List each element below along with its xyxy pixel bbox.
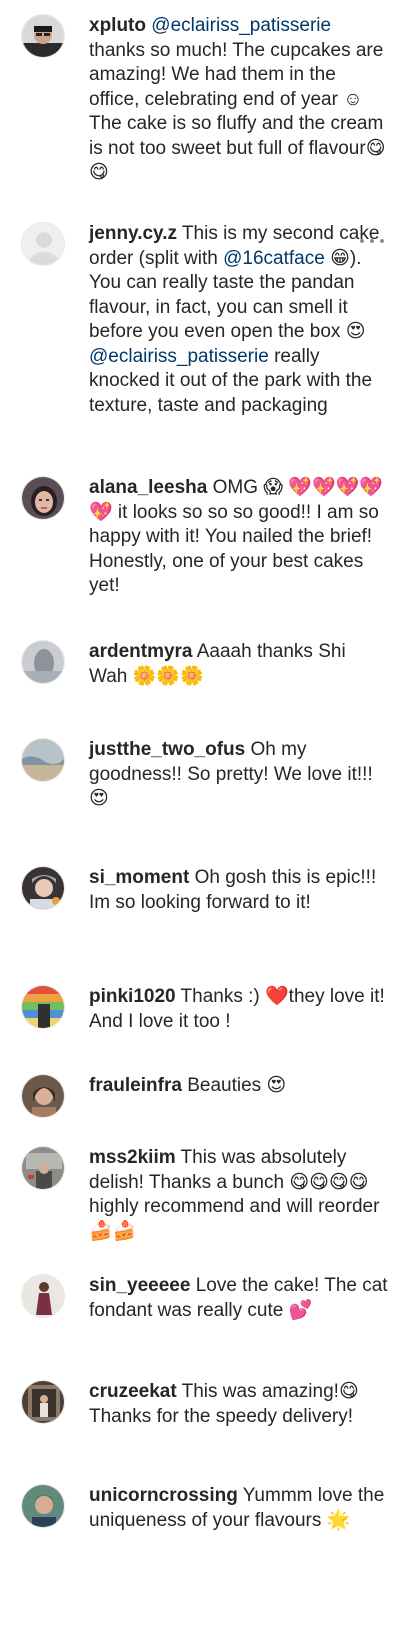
comment-text: si_moment Oh gosh this is epic!!! Im so … [89, 866, 389, 915]
comment-text: jenny.cy.z This is my second cake order … [89, 222, 389, 418]
comment-username[interactable]: cruzeekat [89, 1381, 177, 1402]
comment-mention[interactable]: @eclairiss_patisserie [151, 15, 331, 36]
avatar-alana-leesha[interactable] [21, 476, 65, 520]
comment-text: unicorncrossing Yummm love the uniquenes… [89, 1484, 389, 1533]
avatar-sin-yeeeee[interactable] [21, 1274, 65, 1318]
avatar-cruzeekat[interactable] [21, 1380, 65, 1424]
avatar-unicorncrossing[interactable] [21, 1484, 65, 1528]
comment-body: Beauties 😍 [181, 1075, 287, 1096]
comment-text: justthe_two_ofus Oh my goodness!! So pre… [89, 738, 389, 812]
comment-text: cruzeekat This was amazing!😋 Thanks for … [89, 1380, 389, 1429]
comment-username[interactable]: ardentmyra [89, 641, 193, 662]
comment-username[interactable]: sin_yeeeee [89, 1275, 190, 1296]
comment-username[interactable]: frauleinfra [89, 1075, 182, 1096]
comment-username[interactable]: alana_leesha [89, 477, 207, 498]
comment-text: alana_leesha OMG 😱 💖💖💖💖💖 it looks so so … [89, 476, 389, 599]
comment-mention[interactable]: @eclairiss_patisserie [89, 346, 269, 367]
avatar-pinki1020[interactable] [21, 985, 65, 1029]
comment-mention[interactable]: @16catface [223, 248, 325, 269]
avatar-frauleinfra[interactable] [21, 1074, 65, 1118]
comment-text: mss2kiim This was absolutely delish! Tha… [89, 1146, 389, 1244]
comment-body: thanks so much! The cupcakes are amazing… [89, 39, 386, 184]
comment-username[interactable]: pinki1020 [89, 986, 176, 1007]
comment-text: xpluto @eclairiss_patisserie thanks so m… [89, 14, 389, 186]
comment-text: sin_yeeeee Love the cake! The cat fondan… [89, 1274, 389, 1323]
avatar-ardentmyra[interactable] [21, 640, 65, 684]
avatar-mss2kiim[interactable] [21, 1146, 65, 1190]
comment-username[interactable]: si_moment [89, 867, 189, 888]
comment-username[interactable]: justthe_two_ofus [89, 739, 245, 760]
avatar-xpluto[interactable] [21, 14, 65, 58]
comment-username[interactable]: jenny.cy.z [89, 223, 177, 244]
comment-text: pinki1020 Thanks :) ❤️they love it! And … [89, 985, 389, 1034]
comment-username[interactable]: xpluto [89, 15, 146, 36]
avatar-jenny-cy-z[interactable] [21, 222, 65, 266]
comment-text: ardentmyra Aaaah thanks Shi Wah 🌼🌼🌼 [89, 640, 389, 689]
comment-username[interactable]: mss2kiim [89, 1147, 176, 1168]
comment-username[interactable]: unicorncrossing [89, 1485, 238, 1506]
comment-text: frauleinfra Beauties 😍 [89, 1074, 389, 1099]
avatar-si-moment[interactable] [21, 866, 65, 910]
avatar-justthe-two-ofus[interactable] [21, 738, 65, 782]
